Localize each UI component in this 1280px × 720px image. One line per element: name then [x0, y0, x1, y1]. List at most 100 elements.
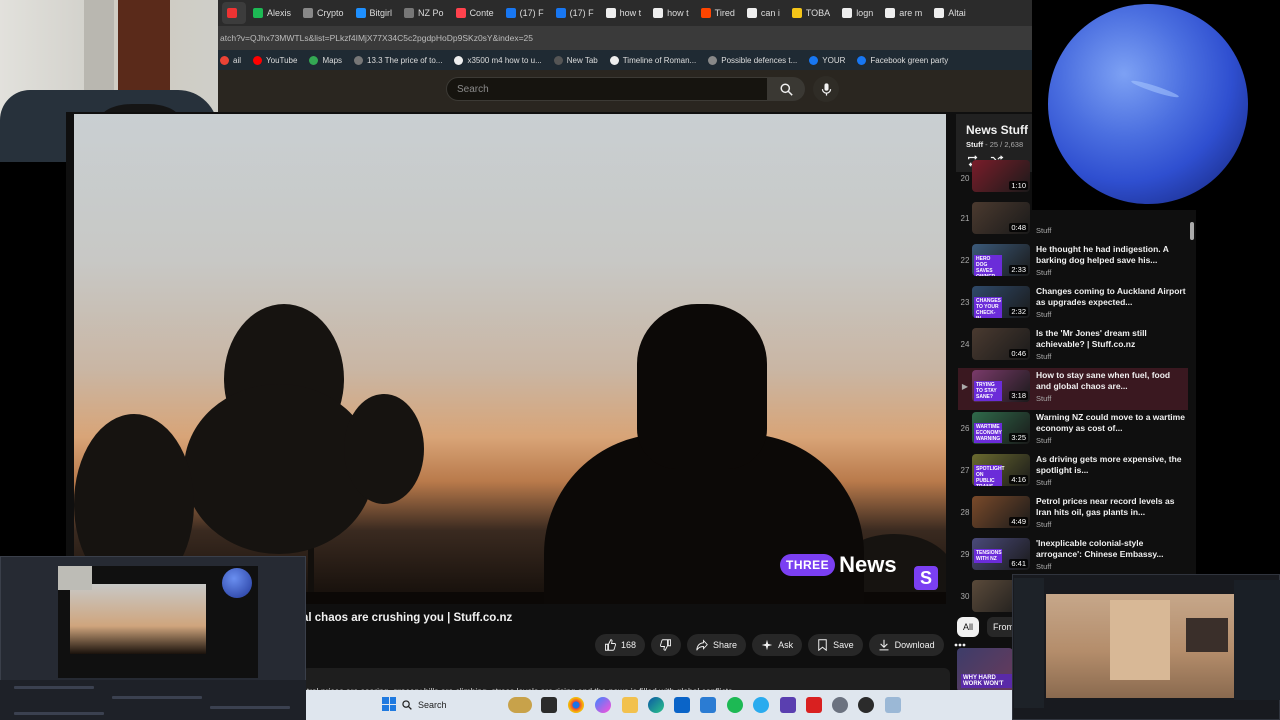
bookmark-item[interactable]: Possible defences t... [708, 55, 797, 65]
tab-favicon-icon [455, 8, 466, 18]
save-label: Save [833, 640, 854, 650]
edge-icon[interactable] [648, 697, 664, 713]
playlist-item-channel: Stuff [1036, 478, 1052, 487]
browser-tab[interactable]: Bitgirl [351, 2, 398, 24]
voice-search-button[interactable] [813, 76, 839, 102]
browser-tab[interactable]: NZ Po [399, 2, 449, 24]
bookmark-item[interactable]: ail [220, 55, 241, 65]
thumbnail-tag: TENSIONS WITH NZ [974, 549, 1002, 563]
playlist-channel[interactable]: Stuff [966, 140, 983, 149]
playlist-item-channel: Stuff [1036, 310, 1052, 319]
playlist-title[interactable]: News Stuff [966, 123, 1028, 137]
playlist-item-index: 30 [960, 592, 970, 601]
playlist-item[interactable]: 24 0:46 Is the 'Mr Jones' dream still achi… [958, 326, 1188, 368]
settings-icon[interactable] [832, 697, 848, 713]
weather-icon[interactable] [508, 697, 532, 713]
bookmark-item[interactable]: New Tab [553, 55, 598, 65]
playlist-item-index: 20 [960, 174, 970, 183]
browser-tab[interactable]: logn [837, 2, 878, 24]
bookmark-label: x3500 m4 how to u... [467, 55, 542, 65]
save-button[interactable]: Save [808, 634, 863, 656]
bookmark-item[interactable]: 13.3 The price of to... [354, 55, 442, 65]
share-button[interactable]: Share [687, 634, 747, 656]
download-button[interactable]: Download [868, 634, 944, 656]
like-button[interactable]: 168 [595, 634, 646, 656]
obs-preview-video [70, 584, 206, 654]
tab-favicon-icon [746, 8, 757, 18]
thumbnail-tag: SPOTLIGHT ON PUBLIC TRANS [974, 465, 1005, 486]
copilot-icon[interactable] [595, 697, 611, 713]
duration-badge: 2:32 [1009, 307, 1028, 316]
more-icon [954, 643, 966, 647]
playlist-item[interactable]: ▶ TRYING TO STAY SANE? 3:18 How to stay san… [958, 368, 1188, 410]
playlist-item-title: How to stay sane when fuel, food and glo… [1036, 370, 1171, 391]
tab-favicon-icon [303, 8, 314, 18]
playlist-item-thumbnail: WARTIME ECONOMY WARNING 3:25 [972, 412, 1030, 444]
browser-tab[interactable]: are m [880, 2, 927, 24]
playlist-item[interactable]: 23 CHANGES TO YOUR CHECK-IN 2:32 Changes co… [958, 284, 1188, 326]
playlist-item-title: 'Inexplicable colonial-style arrogance':… [1036, 538, 1164, 559]
playlist-item[interactable]: 29 TENSIONS WITH NZ 6:41 'Inexplicable colo… [958, 536, 1188, 578]
playlist-item-index: 28 [960, 508, 970, 517]
task-view-icon[interactable] [541, 697, 557, 713]
chrome-icon[interactable] [568, 697, 584, 713]
browser-tab[interactable]: how t [601, 2, 647, 24]
browser-tab[interactable]: Conte [451, 2, 499, 24]
tab-favicon-icon [404, 8, 415, 18]
browser-tab[interactable]: how t [648, 2, 694, 24]
obs-icon[interactable] [858, 697, 874, 713]
sparkle-icon [761, 639, 773, 651]
file-explorer-icon[interactable] [622, 697, 638, 713]
bookmark-item[interactable]: YOUR [809, 55, 845, 65]
bookmark-item[interactable]: Timeline of Roman... [609, 55, 696, 65]
playlist-item[interactable]: 28 4:49 Petrol prices near record levels a… [958, 494, 1188, 536]
spotify-icon[interactable] [727, 697, 743, 713]
outlook-icon[interactable] [674, 697, 690, 713]
duration-badge: 0:46 [1009, 349, 1028, 358]
search-input[interactable]: Search [446, 77, 768, 101]
bookmark-item[interactable]: YouTube [253, 55, 297, 65]
playlist-item[interactable]: 26 WARTIME ECONOMY WARNING 3:25 Warning NZ … [958, 410, 1188, 452]
telegram-icon[interactable] [753, 697, 769, 713]
recommended-video-thumbnail[interactable]: WHY HARD WORK WON'T [957, 648, 1013, 692]
url-text[interactable]: atch?v=QJhx73MWTLs&list=PLkzf4IMjX77X34C… [220, 33, 533, 43]
store-icon[interactable] [700, 697, 716, 713]
obs-preview-webcam [58, 566, 92, 590]
window-icon[interactable] [885, 697, 901, 713]
browser-tab[interactable]: Crypto [298, 2, 349, 24]
bookmark-favicon-icon [857, 55, 867, 65]
ask-button[interactable]: Ask [752, 634, 803, 656]
bookmark-favicon-icon [553, 55, 563, 65]
chip-all[interactable]: All [957, 617, 980, 637]
bookmark-item[interactable]: Maps [309, 55, 342, 65]
browser-tab[interactable]: (17) F [551, 2, 599, 24]
tab-favicon-icon [653, 8, 664, 18]
browser-tab[interactable]: Altai [929, 2, 971, 24]
browser-tab[interactable]: Tired [696, 2, 740, 24]
app-icon[interactable] [780, 697, 796, 713]
dislike-button[interactable] [651, 634, 682, 656]
browser-tab[interactable]: Alexis [248, 2, 296, 24]
browser-tab[interactable] [222, 2, 246, 24]
playlist-item-thumbnail: 0:46 [972, 328, 1030, 360]
tab-label: Crypto [317, 8, 344, 18]
playlist-item[interactable]: 27 SPOTLIGHT ON PUBLIC TRANS 4:16 As drivin… [958, 452, 1188, 494]
taskbar-search[interactable]: Search [402, 696, 502, 714]
windows-start-icon[interactable] [382, 697, 396, 711]
browser-tab[interactable]: can i [742, 2, 785, 24]
bookmarks-bar: ail YouTube Maps 13.3 The price of to... x35… [218, 50, 1032, 70]
search-button[interactable] [767, 77, 805, 101]
playlist-scrollbar[interactable] [1190, 222, 1194, 240]
bookmark-item[interactable]: x3500 m4 how to u... [454, 55, 542, 65]
search-placeholder: Search [457, 83, 489, 95]
playlist-item[interactable]: 22 HERO DOG SAVES OWNER 2:33 He thought he … [958, 242, 1188, 284]
browser-tab[interactable]: (17) F [501, 2, 549, 24]
video-player[interactable]: THREE News S [74, 114, 946, 604]
browser-tab[interactable]: TOBA [787, 2, 835, 24]
acrobat-icon[interactable] [806, 697, 822, 713]
tab-label: Conte [469, 8, 494, 18]
bookmark-item[interactable]: Facebook green party [857, 55, 948, 65]
address-bar[interactable]: atch?v=QJhx73MWTLs&list=PLkzf4IMjX77X34C… [218, 26, 1032, 50]
playlist-item-title: Petrol prices near record levels as Iran… [1036, 496, 1175, 517]
tab-label: Bitgirl [369, 8, 393, 18]
